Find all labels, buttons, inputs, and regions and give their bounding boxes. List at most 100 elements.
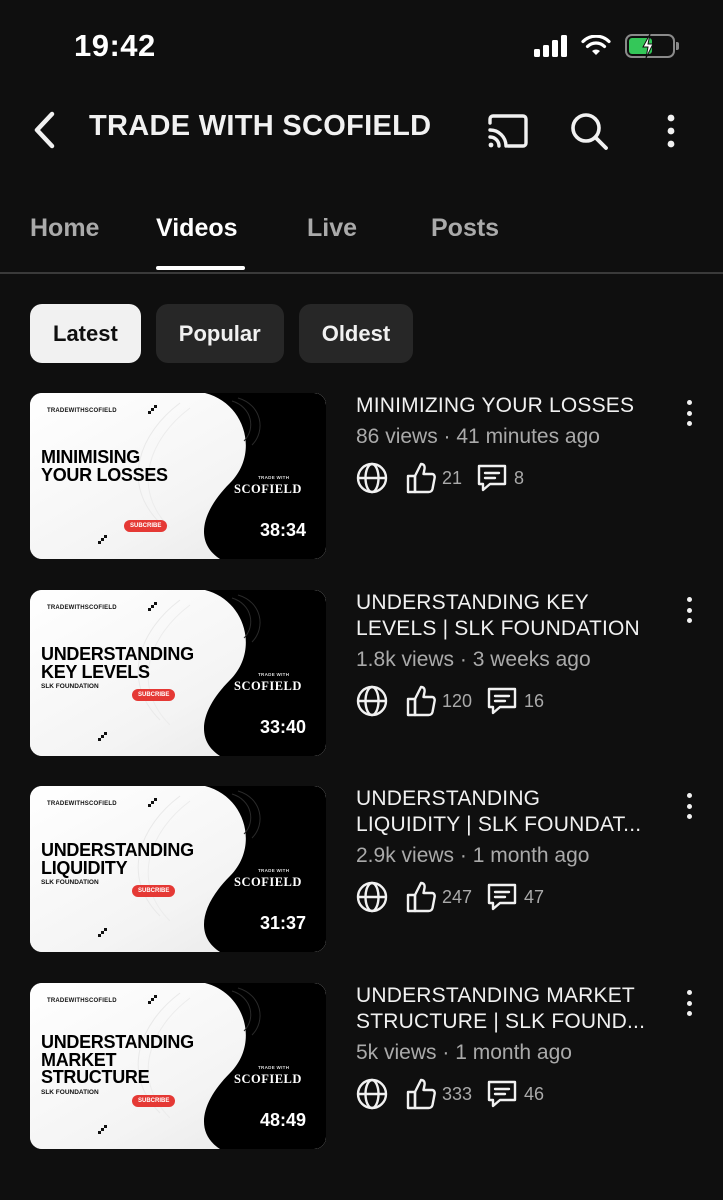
comment-count[interactable]: 46 (486, 1079, 544, 1109)
video-thumbnail[interactable]: TRADEWITHSCOFIELD MINIMISING YOUR LOSSES … (30, 393, 326, 559)
video-thumbnail[interactable]: TRADEWITHSCOFIELD UNDERSTANDING KEY LEVEL… (30, 590, 326, 756)
comment-count-value: 8 (514, 467, 525, 488)
video-meta: MINIMIZING YOUR LOSSES 86 views · 41 min… (356, 393, 676, 496)
like-count[interactable]: 120 (406, 685, 472, 717)
video-thumbnail[interactable]: TRADEWITHSCOFIELD UNDERSTANDING MARKET STR… (30, 983, 326, 1149)
video-meta: UNDERSTANDING LIQUIDITY | SLK FOUNDAT...… (356, 786, 676, 915)
like-count-value: 247 (442, 886, 473, 907)
video-views: 2.9k views (356, 844, 455, 867)
cast-icon (488, 114, 528, 148)
thumbnail-title-line: YOUR LOSSES (41, 464, 168, 485)
tab-live[interactable]: Live (307, 214, 357, 243)
battery-icon (625, 33, 679, 59)
video-actions: 247 47 (356, 879, 676, 915)
status-bar: 19:42 (0, 0, 723, 96)
thumbs-up-icon (406, 881, 436, 913)
tab-videos[interactable]: Videos (156, 214, 238, 243)
search-button[interactable] (566, 108, 612, 154)
video-title-line-2: LEVELS | SLK FOUNDATION (356, 617, 640, 640)
channel-title: TRADE WITH SCOFIELD (89, 110, 432, 142)
channel-header: TRADE WITH SCOFIELD (0, 96, 723, 166)
video-item[interactable]: TRADEWITHSCOFIELD UNDERSTANDING MARKET STR… (30, 983, 723, 1151)
thumbnail-trade-with: TRADE WITH (258, 1065, 290, 1070)
active-tab-indicator (156, 266, 245, 270)
video-age: 3 weeks ago (472, 648, 591, 671)
video-title[interactable]: UNDERSTANDING LIQUIDITY | SLK FOUNDAT... (356, 786, 676, 838)
comment-icon (487, 883, 517, 911)
video-age: 1 month ago (472, 844, 590, 867)
thumbnail-scofield-logo: SCOFIELD (234, 875, 302, 889)
comment-icon (487, 1080, 517, 1108)
thumbs-up-icon (406, 1078, 436, 1110)
thumbnail-title-line: UNDERSTANDING (41, 1032, 194, 1052)
video-title[interactable]: UNDERSTANDING MARKET STRUCTURE | SLK FOU… (356, 983, 676, 1035)
thumbnail-title-line: KEY LEVELS (41, 661, 150, 682)
status-time: 19:42 (74, 28, 156, 63)
thumbnail-brand: TRADEWITHSCOFIELD (47, 998, 117, 1004)
search-icon (571, 113, 608, 150)
video-more-button[interactable] (679, 988, 699, 1018)
video-duration: 31:37 (259, 913, 306, 933)
video-more-button[interactable] (679, 595, 699, 625)
comment-icon (477, 464, 507, 492)
thumbs-up-icon (406, 685, 436, 717)
chip-latest[interactable]: Latest (30, 304, 141, 363)
thumbnail-title-line: UNDERSTANDING (41, 840, 194, 860)
comment-count-value: 16 (524, 690, 545, 711)
status-icons (534, 33, 679, 59)
like-count[interactable]: 247 (406, 881, 472, 913)
thumbnail-brand: TRADEWITHSCOFIELD (47, 605, 117, 611)
video-meta: UNDERSTANDING KEY LEVELS | SLK FOUNDATIO… (356, 590, 676, 719)
video-stats: 5k views · 1 month ago (356, 1041, 572, 1064)
comment-count-value: 47 (524, 886, 545, 907)
video-duration: 48:49 (259, 1110, 306, 1130)
thumbnail-title-line: LIQUIDITY (41, 857, 128, 878)
video-stats: 2.9k views · 1 month ago (356, 844, 590, 867)
thumbnail-foundation-label: SLK FOUNDATION (41, 683, 99, 690)
video-title[interactable]: UNDERSTANDING KEY LEVELS | SLK FOUNDATIO… (356, 590, 676, 642)
like-count-value: 21 (442, 467, 463, 488)
thumbnail-foundation-label: SLK FOUNDATION (41, 879, 99, 886)
tab-posts[interactable]: Posts (431, 214, 499, 243)
wifi-icon (581, 35, 611, 55)
cast-button[interactable] (485, 108, 531, 154)
like-count[interactable]: 333 (406, 1078, 472, 1110)
thumbs-up-icon (406, 462, 436, 494)
video-more-button[interactable] (679, 398, 699, 428)
thumbnail-trade-with: TRADE WITH (258, 672, 290, 677)
video-views: 86 views (356, 425, 438, 448)
thumbnail-scofield-logo: SCOFIELD (234, 679, 302, 693)
video-item[interactable]: TRADEWITHSCOFIELD MINIMISING YOUR LOSSES … (30, 393, 723, 561)
video-item[interactable]: TRADEWITHSCOFIELD UNDERSTANDING LIQUIDITY… (30, 786, 723, 954)
video-actions: 333 46 (356, 1076, 676, 1112)
chip-oldest[interactable]: Oldest (298, 304, 414, 363)
comment-count[interactable]: 16 (486, 686, 544, 716)
video-thumbnail[interactable]: TRADEWITHSCOFIELD UNDERSTANDING LIQUIDITY… (30, 786, 326, 952)
video-item[interactable]: TRADEWITHSCOFIELD UNDERSTANDING KEY LEVEL… (30, 590, 723, 758)
video-title-line-2: STRUCTURE | SLK FOUND... (356, 1010, 646, 1033)
chip-popular[interactable]: Popular (155, 304, 284, 363)
more-options-button[interactable] (648, 108, 694, 154)
thumbnail-trade-with: TRADE WITH (258, 868, 290, 873)
thumbnail-subscribe-badge: SUBCRIBE (132, 689, 176, 701)
comment-count[interactable]: 47 (486, 882, 544, 912)
video-more-button[interactable] (679, 791, 699, 821)
globe-icon (356, 462, 388, 494)
video-title[interactable]: MINIMIZING YOUR LOSSES (356, 393, 676, 419)
like-count-value: 120 (442, 690, 473, 711)
back-button[interactable] (26, 108, 62, 152)
thumbnail-scofield-logo: SCOFIELD (234, 1072, 302, 1086)
tab-home[interactable]: Home (30, 214, 99, 243)
video-title-line-2: LIQUIDITY | SLK FOUNDAT... (356, 813, 642, 836)
like-count[interactable]: 21 (406, 462, 462, 494)
like-count-value: 333 (442, 1083, 473, 1104)
video-title-line-1: UNDERSTANDING (356, 787, 541, 810)
back-arrow-icon (34, 111, 55, 149)
thumbnail-brand: TRADEWITHSCOFIELD (47, 801, 117, 807)
channel-tabs: Home Videos Live Posts (0, 200, 723, 274)
thumbnail-title-line: STRUCTURE (41, 1067, 150, 1087)
comment-count[interactable]: 8 (476, 463, 524, 493)
video-actions: 21 8 (356, 460, 676, 496)
comment-icon (487, 687, 517, 715)
video-actions: 120 16 (356, 683, 676, 719)
